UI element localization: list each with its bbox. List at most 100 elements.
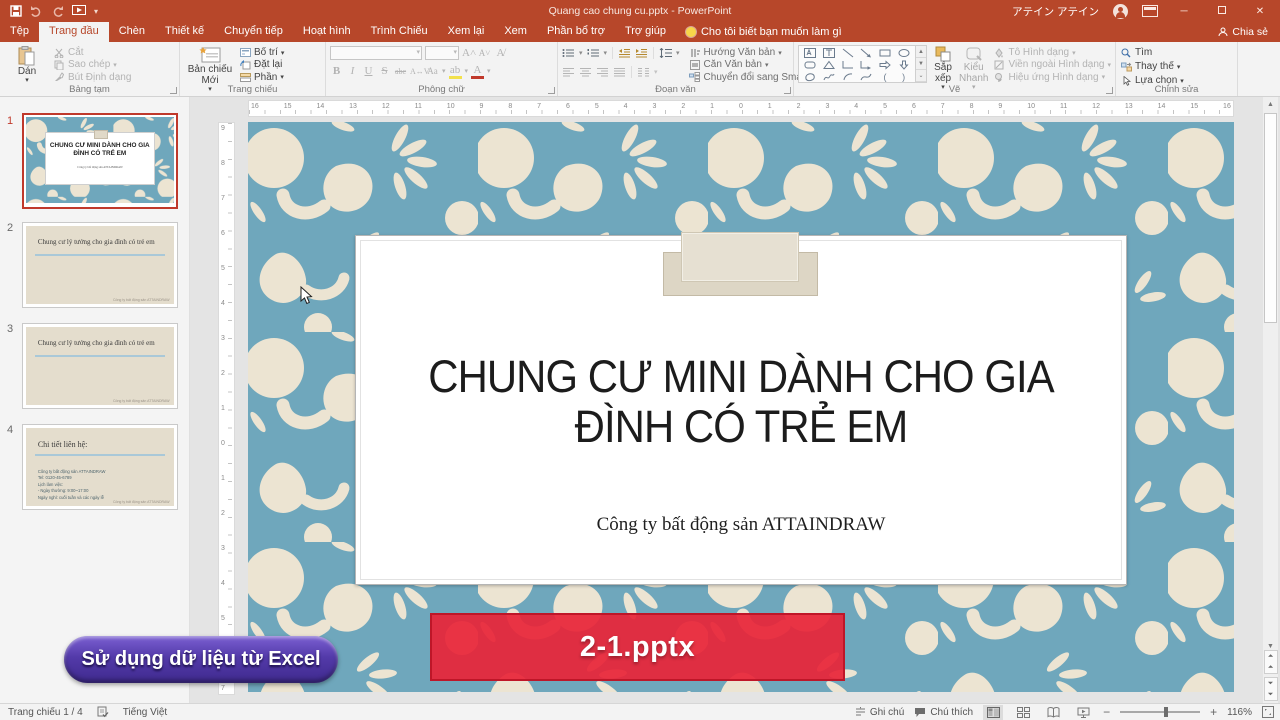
format-painter-button[interactable]: Bút Định dạng bbox=[53, 72, 131, 83]
shape-arrow-icon[interactable] bbox=[860, 48, 872, 58]
shape-curve-icon[interactable] bbox=[860, 72, 872, 82]
shape-down-arrow-icon[interactable] bbox=[898, 60, 910, 70]
normal-view-button[interactable] bbox=[983, 705, 1003, 720]
undo-icon[interactable] bbox=[30, 6, 43, 17]
redo-icon[interactable] bbox=[51, 6, 64, 17]
paste-button[interactable]: Dán ▾ bbox=[4, 45, 50, 83]
comments-button[interactable]: Chú thích bbox=[914, 707, 973, 718]
shape-arc-icon[interactable] bbox=[842, 72, 854, 82]
decrease-indent-icon[interactable] bbox=[618, 48, 631, 58]
italic-button[interactable]: I bbox=[346, 65, 359, 77]
underline-button[interactable]: U bbox=[362, 65, 375, 77]
tab-help[interactable]: Trợ giúp bbox=[615, 22, 676, 42]
justify-icon[interactable] bbox=[613, 67, 626, 77]
shape-left-brace-icon[interactable]: ( bbox=[876, 71, 895, 83]
numbering-icon[interactable] bbox=[587, 48, 600, 58]
notes-button[interactable]: Ghi chú bbox=[855, 707, 904, 718]
language-indicator[interactable]: Tiếng Việt bbox=[123, 707, 167, 718]
align-left-icon[interactable] bbox=[562, 67, 575, 77]
increase-indent-icon[interactable] bbox=[635, 48, 648, 58]
clear-formatting-button[interactable]: A̸ bbox=[494, 47, 507, 59]
shape-triangle-icon[interactable] bbox=[823, 60, 835, 70]
shape-scroll-up-icon[interactable]: ▲ bbox=[916, 46, 926, 58]
quick-styles-button[interactable]: Kiểu Nhanh▾ bbox=[959, 45, 988, 83]
shape-right-arrow-icon[interactable] bbox=[879, 60, 891, 70]
zoom-level[interactable]: 116% bbox=[1227, 707, 1252, 718]
grow-font-button[interactable]: A˄ bbox=[462, 47, 475, 59]
shape-scroll-down-icon[interactable]: ▼ bbox=[916, 58, 926, 70]
cut-button[interactable]: Cắt bbox=[53, 47, 131, 58]
font-color-button[interactable]: A bbox=[471, 64, 484, 79]
shape-oval-icon[interactable] bbox=[898, 48, 910, 58]
copy-button[interactable]: Sao chép ▾ bbox=[53, 59, 131, 70]
zoom-slider-thumb[interactable] bbox=[1164, 707, 1168, 717]
fit-slide-to-window-icon[interactable] bbox=[1262, 706, 1274, 718]
strikethrough-button[interactable]: S bbox=[378, 65, 391, 77]
align-center-icon[interactable] bbox=[579, 67, 592, 77]
reading-view-button[interactable] bbox=[1043, 705, 1063, 720]
highlight-color-button[interactable]: ab bbox=[449, 64, 462, 79]
restore-button[interactable] bbox=[1210, 6, 1234, 17]
slide-thumbnail-4[interactable]: Chi tiết liên hệ: Công ty bất động sản A… bbox=[22, 424, 178, 510]
scroll-up-icon[interactable]: ▲ bbox=[1263, 97, 1278, 111]
shape-gallery-scrollbar[interactable]: ▲ ▼ ⌄ bbox=[916, 45, 927, 83]
tab-file[interactable]: Tệp bbox=[0, 22, 39, 42]
reset-button[interactable]: Đặt lại bbox=[239, 59, 284, 70]
change-case-button[interactable]: Aa bbox=[426, 66, 439, 76]
paragraph-dialog-launcher[interactable] bbox=[784, 87, 791, 94]
shape-rectangle-icon[interactable] bbox=[879, 48, 891, 58]
save-icon[interactable] bbox=[10, 5, 22, 17]
next-slide-button[interactable]: ⏷⏷ bbox=[1264, 677, 1278, 701]
zoom-in-button[interactable]: + bbox=[1210, 705, 1217, 719]
font-size-combo[interactable] bbox=[425, 46, 459, 60]
spellcheck-icon[interactable] bbox=[97, 706, 109, 718]
minimize-button[interactable]: ─ bbox=[1172, 6, 1196, 17]
tab-insert[interactable]: Chèn bbox=[109, 22, 155, 42]
zoom-out-button[interactable]: − bbox=[1103, 705, 1110, 719]
ribbon-display-options-icon[interactable] bbox=[1142, 5, 1158, 17]
shape-scribble-icon[interactable] bbox=[823, 72, 835, 82]
close-button[interactable]: ✕ bbox=[1248, 6, 1272, 17]
qat-customize-icon[interactable]: ▾ bbox=[94, 7, 98, 16]
tab-design[interactable]: Thiết kế bbox=[155, 22, 214, 42]
subscript-button[interactable]: abc bbox=[394, 67, 407, 76]
clipboard-dialog-launcher[interactable] bbox=[170, 87, 177, 94]
slideshow-view-button[interactable] bbox=[1073, 705, 1093, 720]
character-spacing-button[interactable]: A↔V bbox=[410, 67, 423, 76]
tab-addins[interactable]: Phần bổ trợ bbox=[537, 22, 615, 42]
slide-thumbnail-3[interactable]: Chung cư lý tưởng cho gia đình có trẻ em… bbox=[22, 323, 178, 409]
shape-gallery[interactable]: ( ) bbox=[798, 45, 916, 83]
drawing-dialog-launcher[interactable] bbox=[1106, 87, 1113, 94]
tab-home[interactable]: Trang đầu bbox=[39, 22, 109, 42]
tab-slideshow[interactable]: Trình Chiếu bbox=[361, 22, 438, 42]
shrink-font-button[interactable]: A˅ bbox=[478, 48, 491, 58]
tab-transitions[interactable]: Chuyển tiếp bbox=[214, 22, 293, 42]
slide-subtitle[interactable]: Công ty bất động sản ATTAINDRAW bbox=[375, 514, 1107, 536]
section-button[interactable]: Phần▾ bbox=[239, 72, 284, 83]
shape-fill-button[interactable]: Tô Hình dạng▾ bbox=[993, 47, 1111, 58]
bullets-icon[interactable] bbox=[562, 48, 575, 58]
slide-thumbnail-1[interactable]: CHUNG CƯ MINI DÀNH CHO GIA ĐÌNH CÓ TRẺ E… bbox=[22, 113, 178, 209]
replace-button[interactable]: Thay thế▾ bbox=[1120, 61, 1184, 72]
shape-elbow-connector-icon[interactable] bbox=[842, 60, 854, 70]
tell-me-box[interactable]: Cho tôi biết bạn muốn làm gì bbox=[676, 22, 852, 42]
bold-button[interactable]: B bbox=[330, 65, 343, 77]
shape-outline-button[interactable]: Viền ngoài Hình dạng▾ bbox=[993, 59, 1111, 70]
zoom-slider[interactable] bbox=[1120, 711, 1200, 713]
shape-elbow-arrow-icon[interactable] bbox=[860, 60, 872, 70]
tab-view[interactable]: Xem bbox=[494, 22, 537, 42]
scroll-thumb[interactable] bbox=[1264, 113, 1277, 323]
tab-review[interactable]: Xem lại bbox=[438, 22, 495, 42]
shape-right-brace-icon[interactable]: ) bbox=[894, 71, 913, 83]
find-button[interactable]: Tìm bbox=[1120, 47, 1184, 58]
previous-slide-button[interactable]: ⏶⏶ bbox=[1264, 650, 1278, 674]
slide-title[interactable]: CHUNG CƯ MINI DÀNH CHO GIA ĐÌNH CÓ TRẺ E… bbox=[401, 352, 1082, 453]
start-slideshow-icon[interactable] bbox=[72, 5, 86, 17]
shape-rounded-rectangle-icon[interactable] bbox=[804, 60, 816, 70]
shape-line-icon[interactable] bbox=[842, 48, 854, 58]
slide-thumbnail-2[interactable]: Chung cư lý tưởng cho gia đình có trẻ em… bbox=[22, 222, 178, 308]
shape-vertical-textbox-icon[interactable] bbox=[823, 48, 835, 58]
shape-freeform-icon[interactable] bbox=[804, 72, 816, 82]
tab-animations[interactable]: Hoạt hình bbox=[293, 22, 361, 42]
columns-icon[interactable] bbox=[637, 67, 650, 77]
